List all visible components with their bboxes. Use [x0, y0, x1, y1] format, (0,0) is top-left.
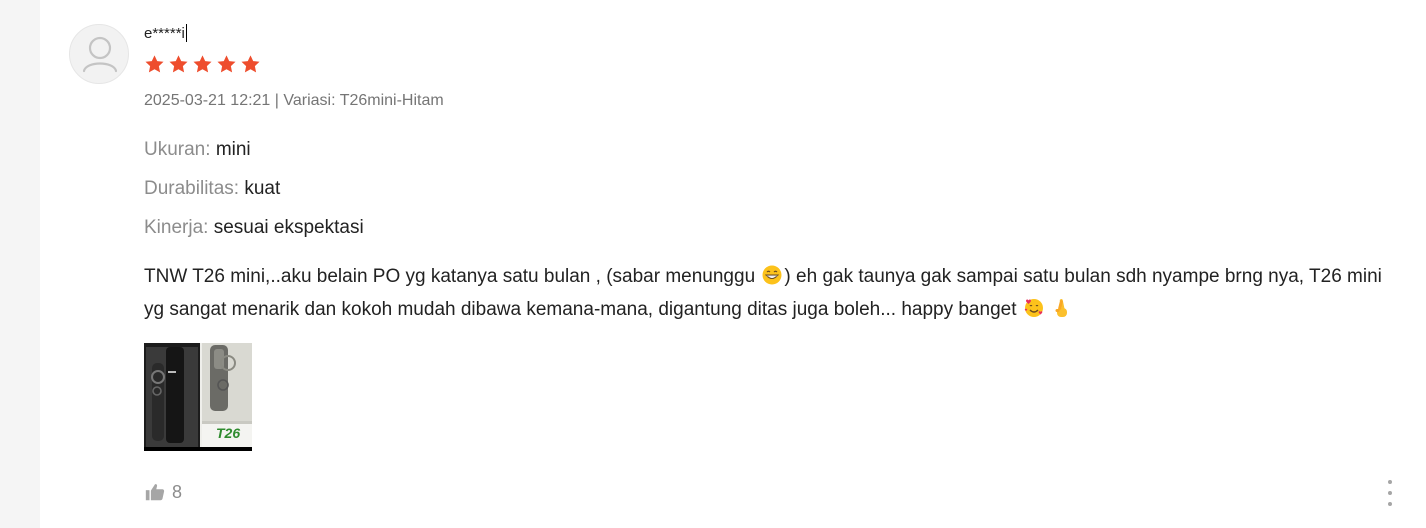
more-vertical-icon	[1388, 480, 1392, 484]
product-photo-image: T26	[144, 343, 252, 451]
like-button[interactable]: 8	[144, 481, 182, 503]
star-icon	[241, 55, 260, 73]
thumbs-up-icon	[145, 484, 165, 501]
attribute-value: mini	[215, 139, 251, 160]
attribute-value: kuat	[244, 178, 281, 199]
attribute-key: Ukuran:	[144, 139, 211, 160]
star-icon	[193, 55, 212, 73]
attribute-key: Kinerja:	[144, 217, 209, 238]
user-avatar	[69, 24, 129, 84]
reviewer-username-text: e*****i	[144, 25, 185, 42]
more-vertical-icon	[1388, 502, 1392, 506]
more-options-button[interactable]	[1382, 480, 1398, 506]
attribute-value: sesuai ekspektasi	[213, 217, 364, 238]
review-text-part: TNW T26 mini,..aku belain PO yg katanya …	[144, 266, 756, 287]
smiling-face-with-hearts-emoji	[1024, 298, 1044, 328]
product-label-text: T26	[216, 425, 240, 441]
text-cursor	[185, 24, 187, 42]
crossed-fingers-emoji	[1053, 298, 1071, 328]
review-media-thumbnail[interactable]: T26	[144, 343, 252, 451]
like-count: 8	[172, 482, 183, 502]
review-attributes: Ukuran: mini Durabilitas: kuat Kinerja: …	[144, 138, 364, 255]
attribute-key: Durabilitas:	[144, 178, 240, 199]
reviewer-username: e*****i	[144, 24, 187, 43]
review-date-variation: 2025-03-21 12:21 | Variasi: T26mini-Hita…	[144, 92, 444, 109]
star-icon	[217, 55, 236, 73]
more-vertical-icon	[1388, 491, 1392, 495]
star-icon	[169, 55, 188, 73]
attribute-row-performance: Kinerja: sesuai ekspektasi	[144, 216, 364, 255]
rating-stars	[144, 54, 261, 75]
attribute-row-durability: Durabilitas: kuat	[144, 177, 364, 216]
attribute-row-size: Ukuran: mini	[144, 138, 364, 177]
star-icon	[145, 55, 164, 73]
review-body: TNW T26 mini,..aku belain PO yg katanya …	[144, 262, 1384, 328]
grinning-face-emoji	[762, 265, 782, 295]
user-avatar-placeholder-icon	[82, 36, 118, 73]
review-card: e*****i 2025-03-21 12:21 | Variasi: T26m…	[40, 0, 1426, 528]
